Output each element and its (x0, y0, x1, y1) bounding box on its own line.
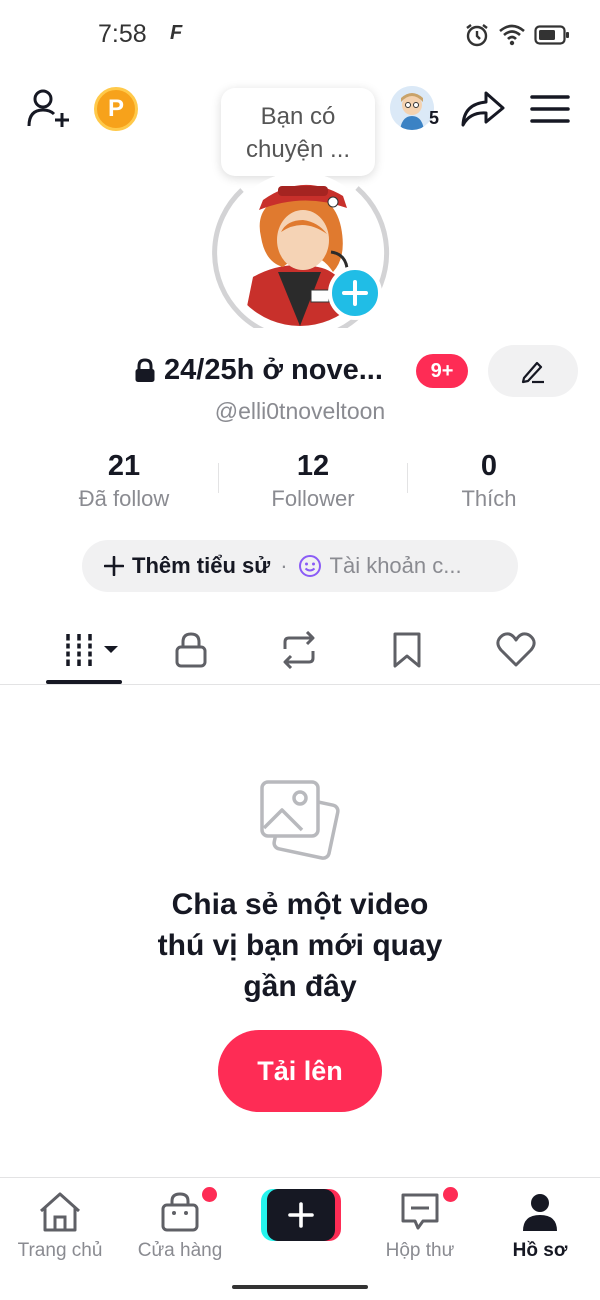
nav-profile-label: Hồ sơ (512, 1240, 568, 1261)
bookmark-icon (393, 632, 421, 668)
lock-icon (175, 632, 207, 668)
repost-icon (283, 631, 315, 669)
status-time: 7:58 (98, 20, 147, 48)
stat-likes-label: Thích (461, 486, 517, 511)
tab-private[interactable] (131, 615, 251, 685)
notification-badge[interactable]: 9+ (416, 354, 468, 388)
profile-name: 24/25h ở nove... (164, 354, 383, 386)
home-indicator[interactable] (232, 1285, 368, 1289)
stat-following-label: Đã follow (78, 486, 170, 511)
stat-followers[interactable]: 12 Follower (228, 448, 398, 514)
share-icon[interactable] (460, 88, 506, 130)
coin-letter: P (107, 95, 124, 122)
smiley-icon (298, 555, 321, 577)
add-friend-icon[interactable] (26, 88, 72, 130)
stat-divider (218, 463, 219, 493)
tab-favorites[interactable] (347, 615, 467, 685)
bio-pill[interactable]: Thêm tiểu sử · Tài khoản c... (82, 540, 518, 592)
coin-icon[interactable]: P (94, 87, 138, 131)
wifi-icon (499, 24, 525, 46)
tab-liked[interactable] (456, 615, 576, 685)
battery-icon (534, 25, 569, 45)
stat-following-value: 21 (107, 450, 141, 482)
heart-icon (496, 632, 536, 667)
home-icon (39, 1192, 81, 1232)
private-lock-icon (134, 358, 156, 389)
bio-separator: · (280, 553, 288, 578)
shop-notification-dot (202, 1187, 217, 1202)
plus-icon (342, 280, 368, 306)
username: @elli0tnoveltoon (214, 398, 386, 424)
shopping-bag-icon (161, 1192, 199, 1232)
stat-following[interactable]: 21 Đã follow (39, 448, 209, 514)
create-button-face (267, 1189, 335, 1241)
grid-icon (60, 634, 118, 666)
inbox-notification-dot (443, 1187, 458, 1202)
stat-likes-value: 0 (480, 450, 498, 482)
upload-button[interactable]: Tải lên (218, 1030, 382, 1112)
status-bar: 7:58 F (0, 0, 600, 70)
nav-shop-label: Cửa hàng (137, 1240, 223, 1261)
empty-line2: thú vị bạn mới quay (157, 929, 443, 962)
account-type-label[interactable]: Tài khoản c... (330, 553, 462, 579)
stat-followers-label: Follower (271, 486, 355, 511)
inbox-icon (401, 1193, 439, 1230)
alarm-icon (466, 24, 488, 47)
plus-icon (288, 1202, 314, 1228)
empty-line1: Chia sẻ một video (171, 888, 429, 921)
friends-avatar[interactable] (390, 86, 434, 130)
nav-inbox[interactable]: Hộp thư (360, 1190, 480, 1262)
empty-state-message: Chia sẻ một video thú vị bạn mới quay gầ… (0, 884, 600, 1007)
edit-profile-button[interactable] (488, 345, 578, 397)
friends-count: 5 (429, 108, 440, 128)
add-avatar-button[interactable] (328, 266, 382, 320)
profile-icon (523, 1194, 557, 1231)
nav-inbox-label: Hộp thư (385, 1240, 455, 1261)
nav-home-label: Trang chủ (17, 1240, 103, 1261)
plus-icon (104, 556, 124, 576)
profile-tabs (0, 615, 600, 685)
tab-reposts[interactable] (239, 615, 359, 685)
active-tab-indicator (46, 680, 122, 684)
empty-photo-icon (258, 778, 342, 867)
note-bubble-line1: Bạn có (260, 103, 336, 130)
nav-home[interactable]: Trang chủ (0, 1190, 120, 1262)
empty-line3: gần đây (243, 970, 357, 1003)
add-bio-label[interactable]: Thêm tiểu sử (132, 553, 270, 579)
carrier-glyph: F (170, 22, 183, 44)
status-icons (464, 22, 570, 48)
nav-profile[interactable]: Hồ sơ (480, 1190, 600, 1262)
stat-likes[interactable]: 0 Thích (404, 448, 574, 514)
stat-followers-value: 12 (296, 450, 330, 482)
nav-shop[interactable]: Cửa hàng (120, 1190, 240, 1262)
create-button[interactable] (261, 1189, 341, 1241)
menu-icon[interactable] (530, 92, 570, 126)
pencil-icon (521, 361, 544, 384)
